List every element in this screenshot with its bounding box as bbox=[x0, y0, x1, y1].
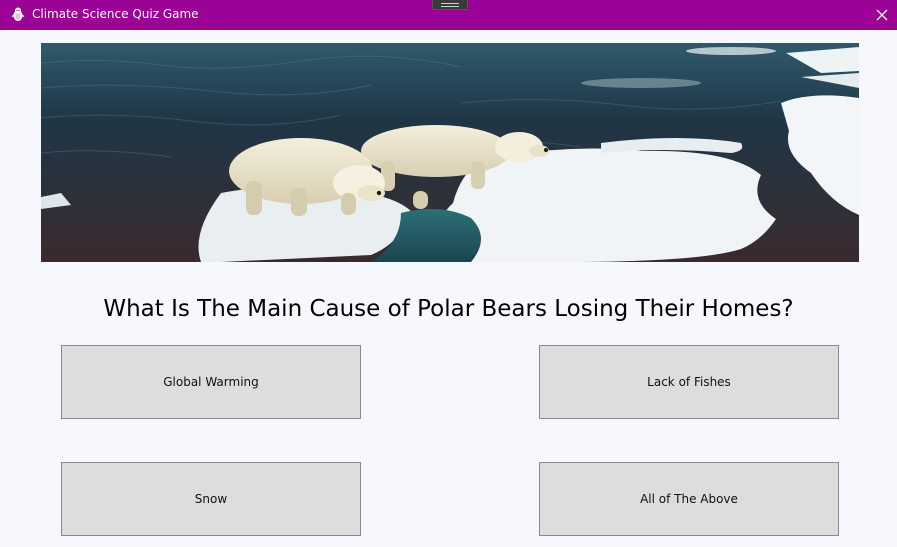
answer-button-b[interactable]: Lack of Fishes bbox=[539, 345, 839, 419]
window-title: Climate Science Quiz Game bbox=[32, 7, 199, 21]
close-button[interactable] bbox=[867, 0, 897, 30]
answer-label: Snow bbox=[194, 492, 228, 506]
answer-button-c[interactable]: Snow bbox=[61, 462, 361, 536]
hero-image-polar-bears bbox=[41, 43, 859, 262]
title-bar[interactable]: Climate Science Quiz Game bbox=[0, 0, 897, 30]
penguin-icon bbox=[11, 7, 25, 21]
answer-button-d[interactable]: All of The Above bbox=[539, 462, 839, 536]
drag-handle[interactable] bbox=[432, 0, 468, 10]
polar-bears-illustration bbox=[41, 43, 859, 262]
answer-label: Lack of Fishes bbox=[647, 375, 731, 389]
answer-button-a[interactable]: Global Warming bbox=[61, 345, 361, 419]
close-icon bbox=[876, 9, 888, 21]
question-text: What Is The Main Cause of Polar Bears Lo… bbox=[103, 296, 794, 322]
answer-label: Global Warming bbox=[163, 375, 259, 389]
quiz-window: Climate Science Quiz Game What Is The Ma… bbox=[0, 0, 897, 547]
answer-label: All of The Above bbox=[640, 492, 738, 506]
